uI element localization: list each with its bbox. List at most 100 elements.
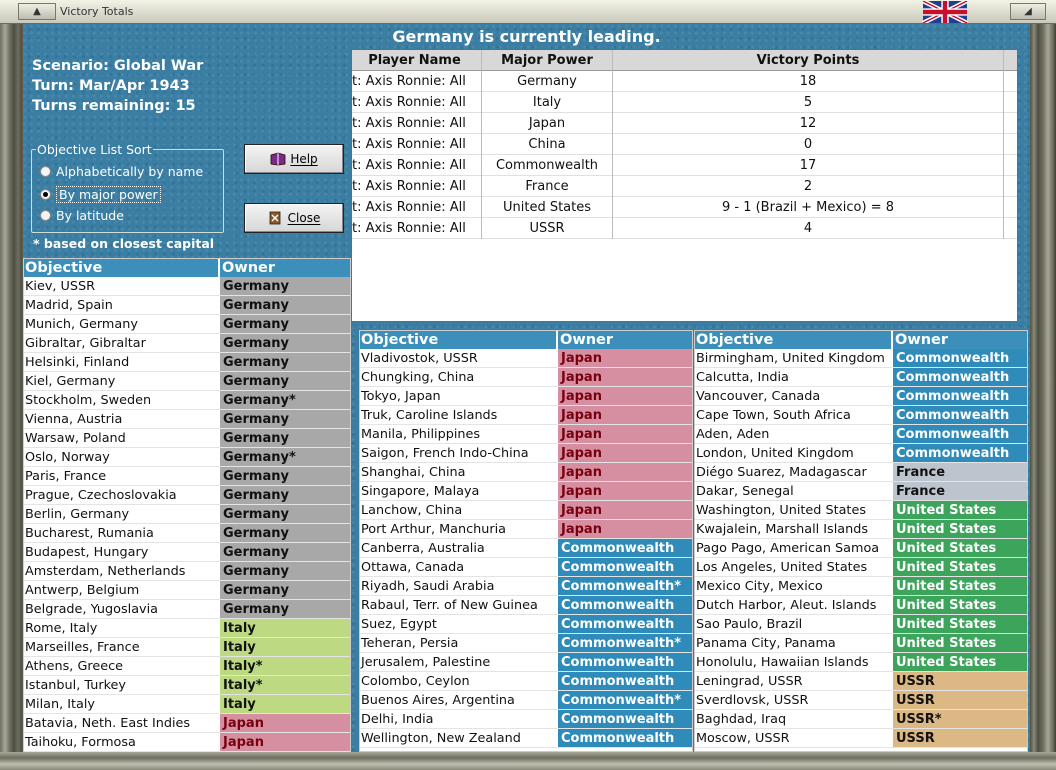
objective-row[interactable]: Singapore, Malaya Japan [360, 482, 692, 501]
objective-row[interactable]: Pago Pago, American Samoa United States [695, 539, 1027, 558]
objective-row[interactable]: Saigon, French Indo-China Japan [360, 444, 692, 463]
objective-row[interactable]: Moscow, USSR USSR [695, 729, 1027, 748]
objective-row[interactable]: Manila, Philippines Japan [360, 425, 692, 444]
objective-row[interactable]: Mexico City, Mexico United States [695, 577, 1027, 596]
objective-row[interactable]: Kwajalein, Marshall Islands United States [695, 520, 1027, 539]
objective-row[interactable]: Honolulu, Hawaiian Islands United States [695, 653, 1027, 672]
objective-row[interactable]: Chungking, China Japan [360, 368, 692, 387]
objective-row[interactable]: Antwerp, Belgium Germany [24, 581, 350, 600]
objective-row[interactable]: Baghdad, Iraq USSR* [695, 710, 1027, 729]
objective-row[interactable]: Vienna, Austria Germany [24, 410, 350, 429]
objective-row[interactable]: Athens, Greece Italy* [24, 657, 350, 676]
window-corner-button[interactable]: ◢ [1010, 3, 1046, 20]
close-button[interactable]: Close [244, 203, 344, 233]
objective-row[interactable]: Istanbul, Turkey Italy* [24, 676, 350, 695]
objective-owner: Germany [220, 296, 350, 314]
objective-row[interactable]: Rome, Italy Italy [24, 619, 350, 638]
objective-row[interactable]: Dakar, Senegal France [695, 482, 1027, 501]
objective-row[interactable]: Lanchow, China Japan [360, 501, 692, 520]
objective-row[interactable]: Stockholm, Sweden Germany* [24, 391, 350, 410]
objective-row[interactable]: Washington, United States United States [695, 501, 1027, 520]
player-name-cell: t: Axis Ronnie: All [352, 154, 482, 176]
objective-row[interactable]: Marseilles, France Italy [24, 638, 350, 657]
objective-row[interactable]: Suez, Egypt Commonwealth [360, 615, 692, 634]
sort-radio-latitude[interactable]: By latitude [40, 208, 124, 223]
objective-row[interactable]: Vladivostok, USSR Japan [360, 349, 692, 368]
objective-row[interactable]: Colombo, Ceylon Commonwealth [360, 672, 692, 691]
objective-owner: Japan [220, 733, 350, 751]
objective-row[interactable]: Bucharest, Rumania Germany [24, 524, 350, 543]
objective-row[interactable]: Ottawa, Canada Commonwealth [360, 558, 692, 577]
objective-owner: Germany [220, 429, 350, 447]
title-bar[interactable]: ▲ Victory Totals ◢ [0, 0, 1056, 24]
objective-row[interactable]: Leningrad, USSR USSR [695, 672, 1027, 691]
objective-name: Sao Paulo, Brazil [695, 615, 893, 633]
objective-row[interactable]: Budapest, Hungary Germany [24, 543, 350, 562]
victory-totals-window: ▲ Victory Totals ◢ Germany is currently … [0, 0, 1056, 770]
objective-row[interactable]: Los Angeles, United States United States [695, 558, 1027, 577]
objective-row[interactable]: Vancouver, Canada Commonwealth [695, 387, 1027, 406]
objective-row[interactable]: Rabaul, Terr. of New Guinea Commonwealth [360, 596, 692, 615]
objective-name: Munich, Germany [24, 315, 220, 333]
sort-radio-alphabetical[interactable]: Alphabetically by name [40, 164, 203, 179]
objective-row[interactable]: Delhi, India Commonwealth [360, 710, 692, 729]
objective-row[interactable]: Gibraltar, Gibraltar Germany [24, 334, 350, 353]
objective-row[interactable]: Birmingham, United Kingdom Commonwealth [695, 349, 1027, 368]
objective-row[interactable]: Prague, Czechoslovakia Germany [24, 486, 350, 505]
bottom-frame [0, 752, 1056, 770]
objective-name: Honolulu, Hawaiian Islands [695, 653, 893, 671]
victory-points-cell: 18 [613, 70, 1004, 92]
objective-owner: Commonwealth [893, 425, 1027, 443]
column-header-power: Major Power [482, 49, 613, 71]
objective-row[interactable]: Jerusalem, Palestine Commonwealth [360, 653, 692, 672]
objective-row[interactable]: Sverdlovsk, USSR USSR [695, 691, 1027, 710]
objective-name: Dutch Harbor, Aleut. Islands [695, 596, 893, 614]
objective-row[interactable]: Port Arthur, Manchuria Japan [360, 520, 692, 539]
column-header-points: Victory Points [613, 49, 1004, 71]
objective-row[interactable]: Canberra, Australia Commonwealth [360, 539, 692, 558]
objective-name: Athens, Greece [24, 657, 220, 675]
objective-row[interactable]: Teheran, Persia Commonwealth* [360, 634, 692, 653]
objective-row[interactable]: Wellington, New Zealand Commonwealth [360, 729, 692, 748]
objective-row[interactable]: Aden, Aden Commonwealth [695, 425, 1027, 444]
objective-row[interactable]: Taihoku, Formosa Japan [24, 733, 350, 752]
objective-row[interactable]: Kiel, Germany Germany [24, 372, 350, 391]
objective-row[interactable]: Sao Paulo, Brazil United States [695, 615, 1027, 634]
objective-row[interactable]: Helsinki, Finland Germany [24, 353, 350, 372]
objective-name: Dakar, Senegal [695, 482, 893, 500]
objective-name: Singapore, Malaya [360, 482, 558, 500]
objective-row[interactable]: Diégo Suarez, Madagascar France [695, 463, 1027, 482]
objective-name: Mexico City, Mexico [695, 577, 893, 595]
objective-owner: Germany* [220, 391, 350, 409]
objective-owner: Commonwealth [558, 729, 692, 747]
objective-row[interactable]: Buenos Aires, Argentina Commonwealth* [360, 691, 692, 710]
objective-row[interactable]: Calcutta, India Commonwealth [695, 368, 1027, 387]
player-name-cell: t: Axis Ronnie: All [352, 175, 482, 197]
objective-row[interactable]: Berlin, Germany Germany [24, 505, 350, 524]
window-menu-button[interactable]: ▲ [18, 3, 56, 20]
objective-row[interactable]: Tokyo, Japan Japan [360, 387, 692, 406]
objective-owner: Commonwealth* [558, 634, 692, 652]
objective-row[interactable]: Shanghai, China Japan [360, 463, 692, 482]
objective-row[interactable]: Munich, Germany Germany [24, 315, 350, 334]
sort-radio-major-power[interactable]: By major power [40, 186, 161, 203]
objective-row[interactable]: Amsterdam, Netherlands Germany [24, 562, 350, 581]
objective-row[interactable]: Oslo, Norway Germany* [24, 448, 350, 467]
turn-label: Turn: Mar/Apr 1943 [32, 78, 190, 94]
objective-row[interactable]: London, United Kingdom Commonwealth [695, 444, 1027, 463]
objective-row[interactable]: Paris, France Germany [24, 467, 350, 486]
objective-row[interactable]: Batavia, Neth. East Indies Japan [24, 714, 350, 733]
objective-row[interactable]: Milan, Italy Italy [24, 695, 350, 714]
objective-row[interactable]: Madrid, Spain Germany [24, 296, 350, 315]
objective-row[interactable]: Truk, Caroline Islands Japan [360, 406, 692, 425]
objective-row[interactable]: Riyadh, Saudi Arabia Commonwealth* [360, 577, 692, 596]
objective-row[interactable]: Dutch Harbor, Aleut. Islands United State… [695, 596, 1027, 615]
objective-row[interactable]: Warsaw, Poland Germany [24, 429, 350, 448]
footnote: * based on closest capital [33, 236, 215, 251]
objective-row[interactable]: Belgrade, Yugoslavia Germany [24, 600, 350, 619]
objective-row[interactable]: Panama City, Panama United States [695, 634, 1027, 653]
objective-row[interactable]: Cape Town, South Africa Commonwealth [695, 406, 1027, 425]
objective-name: Chungking, China [360, 368, 558, 386]
help-button[interactable]: Help [244, 144, 344, 174]
objective-row[interactable]: Kiev, USSR Germany [24, 277, 350, 296]
